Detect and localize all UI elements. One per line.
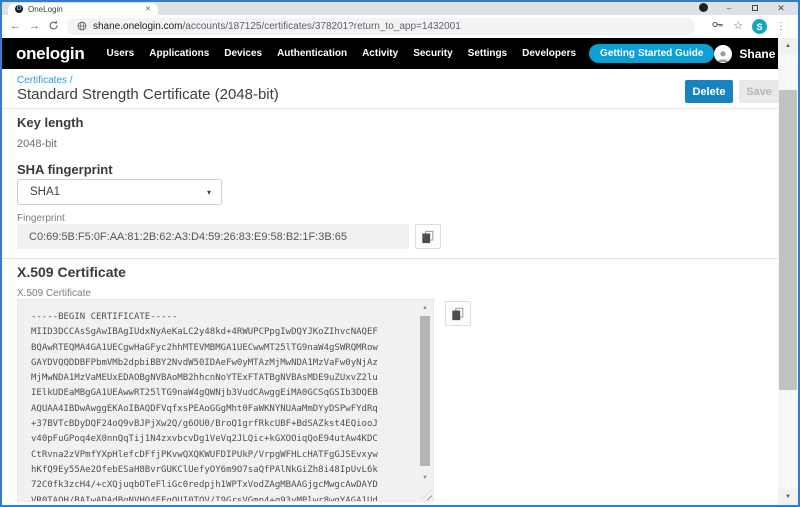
fingerprint-value: C0:69:5B:F5:0F:AA:81:2B:62:A3:D4:59:26:8… (29, 231, 347, 243)
textarea-scroll-up-icon[interactable]: ▲ (418, 302, 432, 314)
nav-item-security[interactable]: Security (413, 48, 452, 59)
copy-certificate-button[interactable] (445, 301, 471, 326)
browser-profile-icon[interactable] (690, 3, 716, 14)
nav-item-settings[interactable]: Settings (468, 48, 507, 59)
key-length-value: 2048-bit (17, 138, 57, 150)
divider (2, 108, 778, 109)
x509-section-heading: X.509 Certificate (17, 264, 126, 280)
globe-icon (77, 18, 87, 35)
browser-tab[interactable]: O OneLogin ✕ (8, 3, 158, 15)
key-length-heading: Key length (17, 115, 83, 130)
save-button[interactable]: Save (739, 80, 779, 103)
textarea-scrollbar[interactable]: ▲ ▼ (418, 301, 432, 500)
user-avatar-icon[interactable] (714, 45, 732, 63)
toolbar-right-icons: ☆ S ⋮ (711, 18, 790, 36)
bookmark-star-icon[interactable]: ☆ (733, 21, 743, 32)
browser-toolbar: ← → shane.onelogin.com/accounts/187125/c… (2, 15, 798, 38)
x509-certificate-textarea[interactable]: -----BEGIN CERTIFICATE----- MIID3DCCAsSg… (17, 299, 434, 502)
textarea-scroll-down-icon[interactable]: ▼ (418, 472, 432, 484)
delete-button[interactable]: Delete (685, 80, 733, 103)
maximize-button[interactable] (742, 4, 768, 13)
nav-item-developers[interactable]: Developers (522, 48, 576, 59)
getting-started-guide-button[interactable]: Getting Started Guide (589, 44, 714, 63)
tab-close-icon[interactable]: ✕ (145, 5, 151, 13)
fingerprint-label: Fingerprint (17, 213, 65, 224)
nav-item-authentication[interactable]: Authentication (277, 48, 347, 59)
page-scrollbar[interactable]: ▲ ▼ (778, 38, 798, 505)
divider (2, 258, 778, 259)
nav-item-users[interactable]: Users (106, 48, 134, 59)
forward-icon[interactable]: → (29, 21, 40, 32)
copy-fingerprint-button[interactable] (415, 224, 441, 249)
close-button[interactable]: ✕ (768, 3, 794, 14)
url-bar[interactable]: shane.onelogin.com/accounts/187125/certi… (67, 18, 695, 35)
copy-icon (451, 307, 465, 321)
reload-icon[interactable] (48, 20, 59, 34)
page-content: Certificates / Standard Strength Certifi… (2, 69, 778, 505)
onelogin-logo[interactable]: onelogin (16, 44, 84, 64)
url-domain: shane.onelogin.com (93, 21, 183, 32)
sha-selected-value: SHA1 (30, 186, 60, 198)
nav-item-devices[interactable]: Devices (224, 48, 262, 59)
scroll-down-arrow-icon[interactable]: ▼ (778, 489, 798, 505)
sha-fingerprint-heading: SHA fingerprint (17, 162, 113, 177)
nav-menu: Users Applications Devices Authenticatio… (106, 48, 576, 59)
x509-field-label: X.509 Certificate (17, 288, 91, 299)
minimize-button[interactable]: – (716, 4, 742, 13)
onelogin-navbar: onelogin Users Applications Devices Auth… (2, 38, 778, 69)
breadcrumb[interactable]: Certificates / (17, 75, 73, 86)
url-path: /accounts/187125/certificates/378201?ret… (183, 21, 461, 32)
window-controls: – ✕ (690, 2, 794, 15)
chrome-menu-icon[interactable]: ⋮ (776, 22, 786, 32)
browser-window: O OneLogin ✕ – ✕ ← → shane.onelogin.com/… (0, 0, 800, 507)
fingerprint-field[interactable]: C0:69:5B:F5:0F:AA:81:2B:62:A3:D4:59:26:8… (17, 224, 409, 249)
nav-user-area[interactable]: Shane (714, 45, 775, 63)
textarea-scrollbar-thumb[interactable] (420, 316, 430, 466)
back-icon[interactable]: ← (10, 21, 21, 32)
password-key-icon[interactable] (711, 18, 724, 36)
certificate-text[interactable]: -----BEGIN CERTIFICATE----- MIID3DCCAsSg… (18, 300, 416, 501)
tab-title: OneLogin (28, 5, 63, 14)
onelogin-favicon-icon: O (15, 5, 23, 13)
sha-algorithm-select[interactable]: SHA1 ▾ (17, 179, 222, 205)
copy-icon (421, 230, 435, 244)
chevron-down-icon: ▾ (207, 188, 211, 197)
page-title: Standard Strength Certificate (2048-bit) (17, 86, 279, 103)
chrome-profile-avatar[interactable]: S (752, 19, 767, 34)
tab-strip: O OneLogin ✕ – ✕ (2, 2, 798, 15)
scroll-up-arrow-icon[interactable]: ▲ (778, 38, 798, 54)
nav-item-applications[interactable]: Applications (149, 48, 209, 59)
scrollbar-thumb[interactable] (779, 90, 797, 390)
user-name: Shane (739, 47, 775, 61)
nav-item-activity[interactable]: Activity (362, 48, 398, 59)
